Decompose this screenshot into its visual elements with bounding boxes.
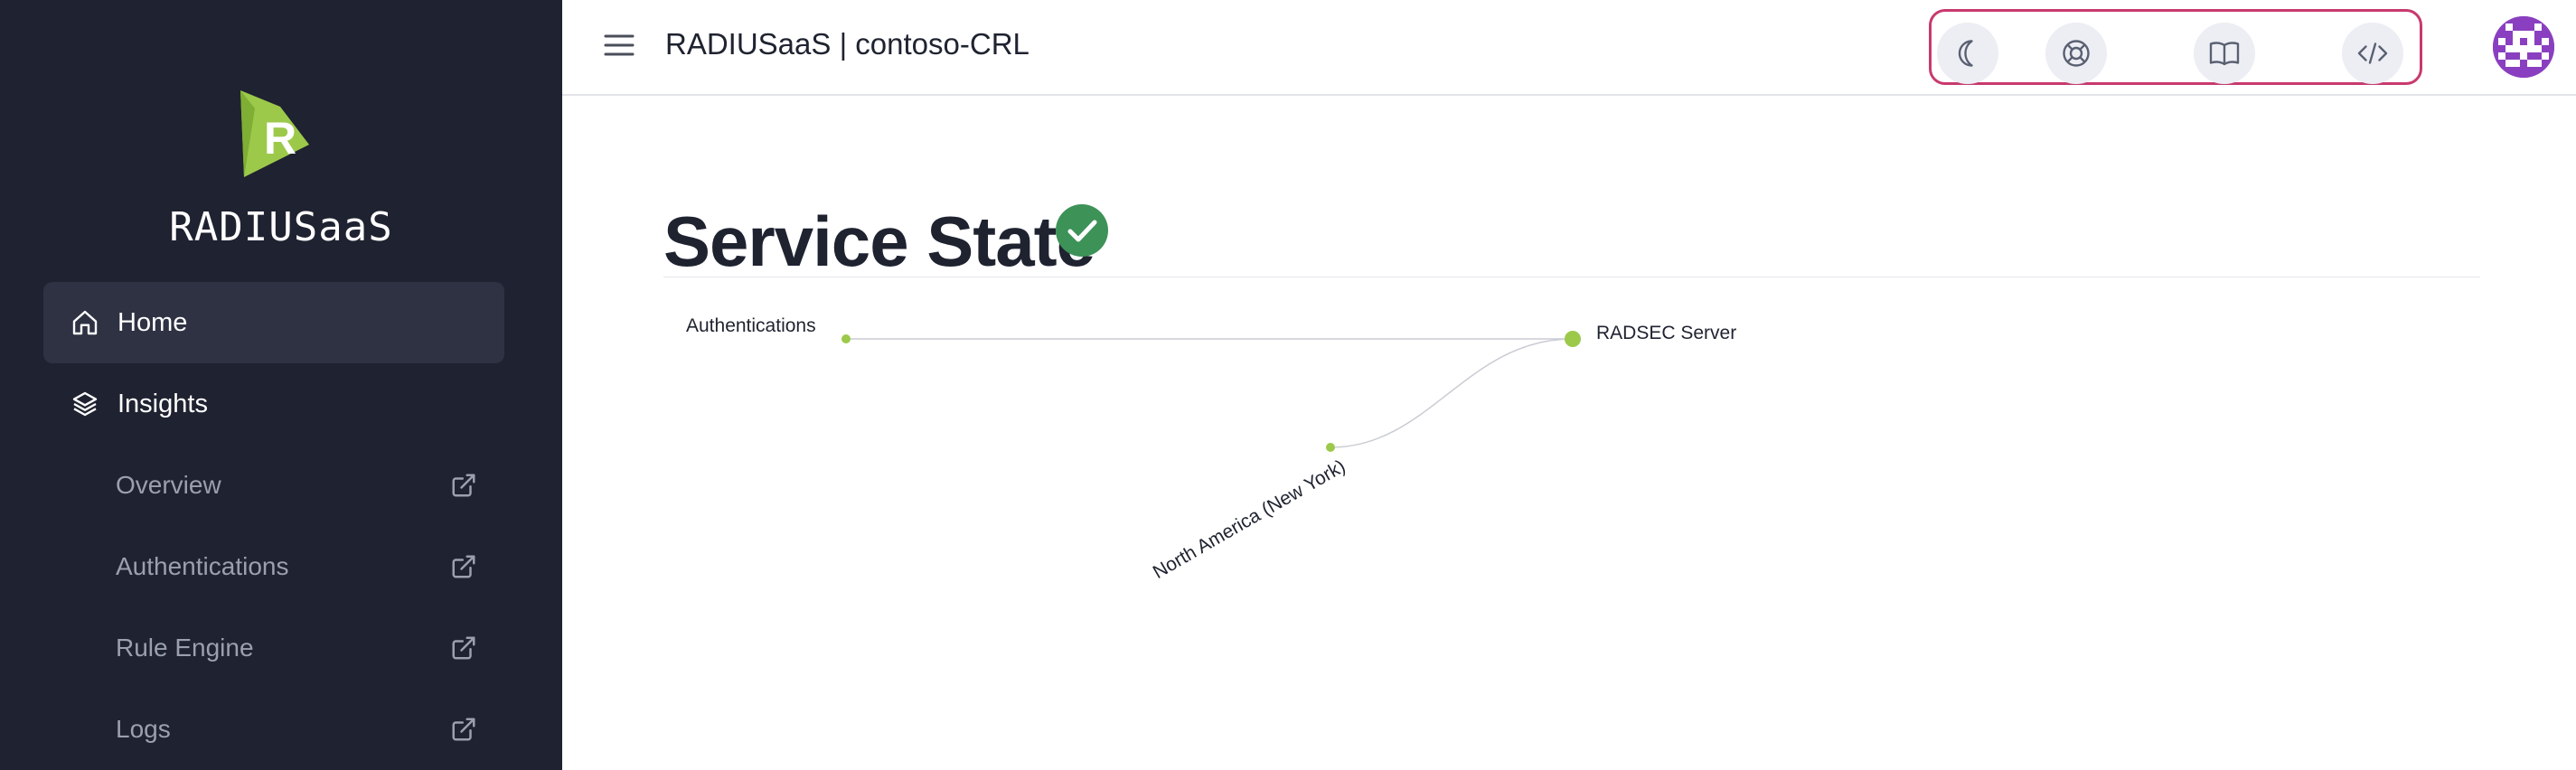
- edge-newyork-radsec: [1330, 338, 1574, 448]
- api-button[interactable]: [2342, 23, 2403, 84]
- node-label-north-america-new-york: North America (New York): [1150, 455, 1349, 583]
- layers-icon: [72, 391, 98, 417]
- dark-mode-button[interactable]: [1937, 23, 1998, 84]
- sidebar-item-insights[interactable]: Insights: [43, 363, 504, 445]
- status-ok-icon: [1056, 204, 1108, 257]
- sidebar-subitem-logs[interactable]: Logs: [116, 707, 477, 752]
- sidebar-item-label: Insights: [118, 389, 208, 418]
- lifebuoy-icon: [2063, 40, 2090, 67]
- node-north-america-new-york: [1326, 443, 1335, 452]
- sidebar: R RADIUSaaS Home Insights Overview Authe…: [0, 0, 562, 770]
- sidebar-subitem-label: Authentications: [116, 552, 289, 580]
- sidebar-subitem-overview[interactable]: Overview: [116, 463, 477, 508]
- sidebar-subitem-rule-engine[interactable]: Rule Engine: [116, 625, 477, 671]
- node-radsec-server: [1565, 331, 1581, 347]
- svg-text:R: R: [264, 113, 296, 164]
- home-icon: [72, 310, 98, 335]
- code-icon: [2357, 42, 2388, 64]
- radiusaas-logo: R: [240, 90, 309, 177]
- menu-icon[interactable]: [604, 33, 635, 58]
- sidebar-subitem-label: Logs: [116, 715, 171, 743]
- brand-name: RADIUSaaS: [169, 204, 393, 250]
- external-link-icon: [452, 636, 475, 660]
- app-title: RADIUSaaS | contoso-CRL: [665, 27, 1029, 61]
- support-button[interactable]: [2045, 23, 2107, 84]
- external-link-icon: [452, 555, 475, 578]
- documentation-button[interactable]: [2194, 23, 2255, 84]
- book-icon: [2209, 42, 2240, 66]
- sidebar-item-label: Home: [118, 307, 188, 337]
- header-toolbar: [1929, 9, 2422, 85]
- sidebar-subitem-authentications[interactable]: Authentications: [116, 544, 477, 589]
- page-title: Service State: [663, 202, 1095, 281]
- node-authentications: [841, 334, 851, 343]
- node-label-authentications: Authentications: [686, 315, 816, 336]
- top-header: RADIUSaaS | contoso-CRL: [562, 0, 2576, 96]
- external-link-icon: [452, 474, 475, 497]
- node-label-radsec-server: RADSEC Server: [1596, 323, 1736, 343]
- service-state-graph: Authentications RADSEC Server North Amer…: [686, 315, 1736, 583]
- avatar[interactable]: [2493, 16, 2554, 78]
- external-link-icon: [452, 718, 475, 741]
- sidebar-subitem-label: Overview: [116, 471, 221, 499]
- moon-icon: [1958, 40, 1973, 67]
- sidebar-item-home[interactable]: Home: [43, 282, 504, 363]
- sidebar-subitem-label: Rule Engine: [116, 634, 254, 662]
